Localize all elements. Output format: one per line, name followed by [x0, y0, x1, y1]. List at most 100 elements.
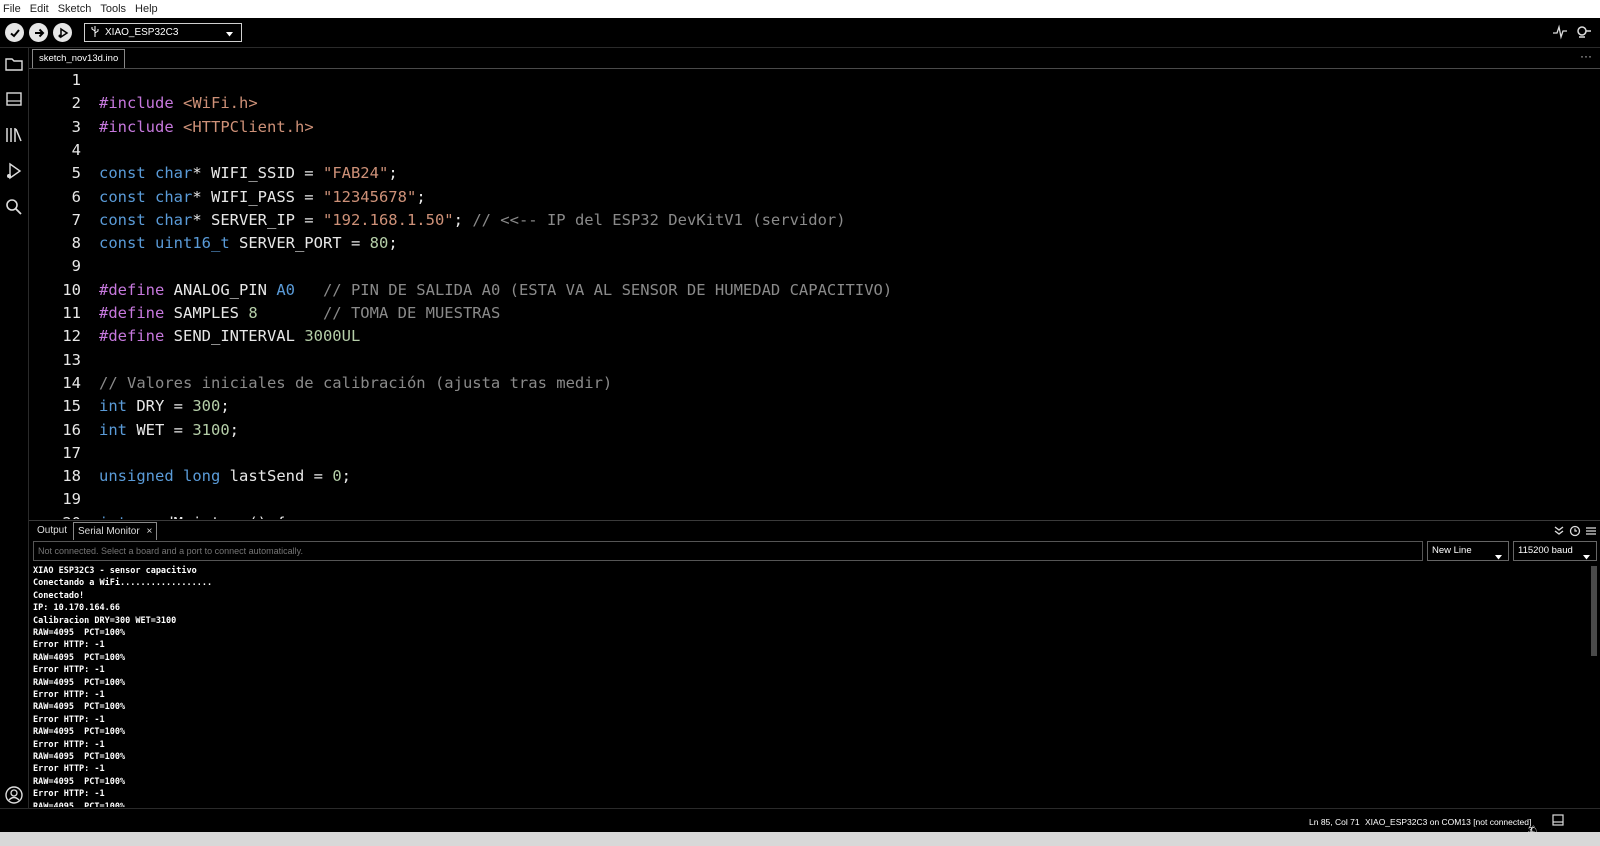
- code-token: "12345678": [322, 187, 417, 206]
- line-ending-select[interactable]: New Line: [1427, 541, 1509, 561]
- code-line[interactable]: 1: [29, 69, 1600, 92]
- serial-plotter-icon[interactable]: [1552, 24, 1568, 40]
- menu-help[interactable]: Help: [132, 0, 164, 18]
- code-line[interactable]: 4: [29, 139, 1600, 162]
- serial-message-row: New Line 115200 baud: [29, 540, 1600, 562]
- serial-scrollbar[interactable]: [1591, 566, 1597, 656]
- code-token: #define: [99, 304, 174, 322]
- code-line[interactable]: 19: [29, 488, 1600, 511]
- code-token: ;: [416, 187, 426, 206]
- code-line[interactable]: 2 #include <WiFi.h>: [29, 92, 1600, 115]
- code-token: int: [99, 420, 127, 439]
- board-port-status[interactable]: XIAO_ESP32C3 on COM13 [not connected]: [1365, 817, 1531, 827]
- code-text: #define SAMPLES 8 // TOMA DE MUESTRAS: [99, 302, 500, 325]
- folder-icon[interactable]: [4, 54, 24, 74]
- serial-line: RAW=4095 PCT=100%: [33, 652, 126, 663]
- more-icon[interactable]: ···: [1580, 48, 1592, 64]
- code-text: #define ANALOG_PIN A0 // PIN DE SALIDA A…: [99, 279, 892, 302]
- line-number: 18: [62, 467, 81, 486]
- code-token: const: [99, 187, 155, 206]
- boards-manager-icon[interactable]: [4, 89, 24, 109]
- board-selector[interactable]: XIAO_ESP32C3: [84, 23, 242, 42]
- code-line[interactable]: 16 int WET = 3100;: [29, 419, 1600, 442]
- clear-output-icon[interactable]: [1585, 524, 1597, 536]
- serial-line: Error HTTP: -1: [33, 739, 105, 750]
- line-number: 5: [71, 164, 81, 183]
- serial-line: RAW=4095 PCT=100%: [33, 727, 126, 738]
- status-bar: Ln 85, Col 71 XIAO_ESP32C3 on COM13 [not…: [0, 808, 1600, 835]
- line-number: 2: [71, 94, 81, 113]
- line-number: 3: [71, 117, 81, 136]
- serial-line: IP: 10.170.164.66: [33, 603, 120, 614]
- chevron-double-down-icon[interactable]: [1553, 524, 1565, 536]
- code-line[interactable]: 10 #define ANALOG_PIN A0 // PIN DE SALIDA…: [29, 279, 1600, 302]
- line-number: 1: [71, 71, 81, 89]
- code-token: char: [155, 164, 193, 183]
- menu-bar: File Edit Sketch Tools Help: [0, 0, 1600, 18]
- code-token: ;: [341, 467, 351, 486]
- clock-icon[interactable]: [1569, 524, 1581, 537]
- menu-sketch[interactable]: Sketch: [55, 0, 98, 18]
- code-token: ;: [220, 397, 230, 416]
- cursor-position[interactable]: Ln 85, Col 71: [1309, 817, 1360, 827]
- serial-line: Error HTTP: -1: [33, 665, 105, 676]
- line-number: 13: [62, 350, 81, 369]
- code-line[interactable]: 18 unsigned long lastSend = 0;: [29, 465, 1600, 488]
- line-number: 11: [62, 304, 81, 322]
- code-token: ;: [229, 420, 239, 439]
- verify-button[interactable]: [5, 23, 24, 42]
- tab-output[interactable]: Output: [33, 522, 71, 540]
- code-line[interactable]: 12 #define SEND_INTERVAL 3000UL: [29, 325, 1600, 348]
- code-token: * WIFI_SSID =: [192, 164, 323, 183]
- serial-line: Conectado!: [33, 590, 85, 601]
- line-number: 20: [49, 512, 81, 519]
- sidebar: [0, 48, 29, 832]
- code-token: #define: [99, 280, 174, 299]
- code-line[interactable]: 11 #define SAMPLES 8 // TOMA DE MUESTRAS: [29, 302, 1600, 325]
- code-token: ;: [388, 164, 398, 183]
- code-line[interactable]: 15 int DRY = 300;: [29, 395, 1600, 418]
- code-token: uint16_t: [155, 234, 230, 253]
- code-token: A0: [276, 280, 295, 299]
- serial-line: RAW=4095 PCT=100%: [33, 776, 126, 787]
- code-line[interactable]: 20 int readMoisture() {: [29, 512, 1600, 519]
- code-line[interactable]: 17: [29, 442, 1600, 465]
- baud-rate-value: 115200 baud: [1518, 545, 1573, 556]
- message-input[interactable]: [33, 541, 1423, 561]
- serial-monitor-icon[interactable]: [1576, 24, 1592, 40]
- code-token: <HTTPClient.h>: [183, 117, 314, 136]
- code-token: unsigned: [99, 467, 183, 486]
- menu-tools[interactable]: Tools: [97, 0, 132, 18]
- code-token: SAMPLES: [173, 304, 249, 322]
- line-number: 16: [62, 420, 81, 439]
- code-line[interactable]: 3 #include <HTTPClient.h>: [29, 116, 1600, 139]
- library-icon[interactable]: [4, 125, 24, 145]
- code-editor[interactable]: 1 2 #include <WiFi.h> 3 #include <HTTPClient…: [29, 69, 1600, 519]
- baud-rate-select[interactable]: 115200 baud: [1513, 541, 1597, 561]
- code-line[interactable]: 8 const uint16_t SERVER_PORT = 80;: [29, 232, 1600, 255]
- search-icon[interactable]: [4, 197, 24, 217]
- close-icon[interactable]: ×: [146, 526, 152, 537]
- debug-icon[interactable]: [4, 161, 24, 181]
- code-line[interactable]: 7 const char* SERVER_IP = "192.168.1.50";…: [29, 209, 1600, 232]
- code-token: const: [99, 164, 155, 183]
- menu-edit[interactable]: Edit: [27, 0, 55, 18]
- code-token: 8: [248, 304, 258, 322]
- account-icon[interactable]: [4, 785, 24, 805]
- code-line[interactable]: 14 // Valores iniciales de calibración (a…: [29, 372, 1600, 395]
- code-line[interactable]: 9: [29, 255, 1600, 278]
- code-text: #include <HTTPClient.h>: [99, 116, 314, 139]
- code-line[interactable]: 5 const char* WIFI_SSID = "FAB24";: [29, 162, 1600, 185]
- line-number: 17: [62, 443, 81, 462]
- debug-button[interactable]: [53, 23, 72, 42]
- panel-toggle-icon[interactable]: [1552, 814, 1564, 828]
- line-number: 6: [71, 187, 81, 206]
- menu-file[interactable]: File: [0, 0, 27, 18]
- upload-button[interactable]: [29, 23, 48, 42]
- tab-serial-monitor[interactable]: Serial Monitor ×: [73, 522, 158, 541]
- code-line[interactable]: 6 const char* WIFI_PASS = "12345678";: [29, 186, 1600, 209]
- tab-sketch-file[interactable]: sketch_nov13d.ino: [32, 49, 126, 68]
- serial-line: Error HTTP: -1: [33, 714, 105, 725]
- bottom-panel-tabs: Output Serial Monitor ×: [29, 520, 1600, 541]
- code-line[interactable]: 13: [29, 349, 1600, 372]
